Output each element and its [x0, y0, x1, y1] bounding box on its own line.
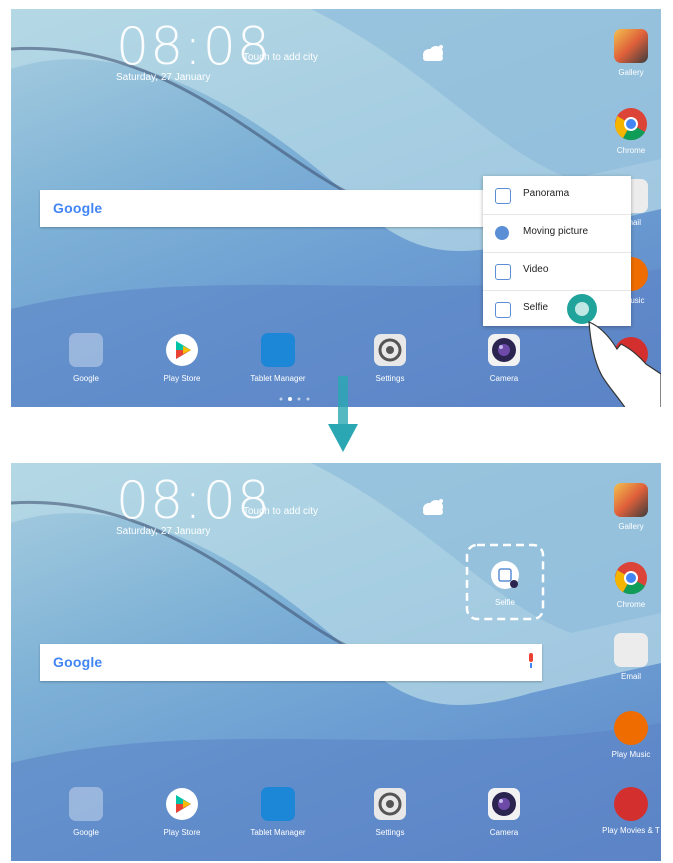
camera-icon: [488, 788, 520, 820]
dock-play-store[interactable]: Play Store: [147, 333, 217, 383]
moving-picture-icon: [495, 226, 509, 240]
chrome-icon: [614, 562, 647, 595]
clock[interactable]: 08:08: [116, 17, 271, 77]
app-play-movies[interactable]: Play Movies & T: [601, 787, 661, 835]
touch-to-add-city[interactable]: Touch to add city: [243, 52, 318, 63]
clock[interactable]: 08:08: [116, 471, 271, 531]
app-chrome[interactable]: Chrome: [601, 561, 661, 609]
play-movies-icon: [614, 787, 648, 821]
tablet-manager-icon: [261, 333, 295, 367]
dock-tablet-manager[interactable]: Tablet Manager: [243, 787, 313, 837]
app-email[interactable]: Email: [601, 633, 661, 681]
date: Saturday, 27 January: [116, 526, 211, 537]
settings-icon: [374, 334, 406, 366]
dock-play-store[interactable]: Play Store: [147, 787, 217, 837]
home-screen-after: 08:08 Touch to add city Saturday, 27 Jan…: [11, 463, 661, 861]
page-indicator: [279, 397, 310, 401]
dock-google-folder[interactable]: Google: [51, 787, 121, 837]
home-screen-before: 08:08 Touch to add city Saturday, 27 Jan…: [11, 9, 661, 407]
shortcut-moving-picture[interactable]: Moving picture: [483, 214, 631, 253]
date: Saturday, 27 January: [116, 72, 211, 83]
selfie-icon: [495, 302, 511, 318]
gallery-icon: [614, 29, 648, 63]
shortcut-panorama[interactable]: Panorama: [483, 176, 631, 215]
touch-to-add-city[interactable]: Touch to add city: [243, 506, 318, 517]
tablet-manager-icon: [261, 787, 295, 821]
video-icon: [495, 264, 511, 280]
mic-icon[interactable]: [528, 653, 534, 669]
gallery-icon: [614, 483, 648, 517]
cloud-icon[interactable]: [419, 497, 447, 517]
play-music-icon: [614, 711, 648, 745]
google-search-bar[interactable]: Google: [40, 190, 502, 227]
panorama-icon: [495, 188, 511, 204]
dock-camera[interactable]: Camera: [469, 333, 539, 383]
dock-settings[interactable]: Settings: [355, 787, 425, 837]
dock-google-folder[interactable]: Google: [51, 333, 121, 383]
app-gallery[interactable]: Gallery: [601, 483, 661, 531]
folder-icon: [69, 333, 103, 367]
finger-gesture-illustration: [567, 294, 661, 407]
app-chrome[interactable]: Chrome: [601, 107, 661, 155]
camera-icon: [488, 334, 520, 366]
selfie-shortcut-icon: [491, 561, 519, 589]
google-logo: Google: [53, 200, 103, 216]
email-icon: [614, 633, 648, 667]
chrome-icon: [614, 108, 647, 141]
dock-camera[interactable]: Camera: [469, 787, 539, 837]
cloud-icon[interactable]: [419, 43, 447, 63]
play-store-icon: [166, 334, 198, 366]
google-search-bar[interactable]: Google: [40, 644, 542, 681]
shortcut-video[interactable]: Video: [483, 252, 631, 291]
dock-settings[interactable]: Settings: [355, 333, 425, 383]
app-play-music[interactable]: Play Music: [601, 711, 661, 759]
app-gallery[interactable]: Gallery: [601, 29, 661, 77]
google-logo: Google: [53, 654, 103, 670]
dock-tablet-manager[interactable]: Tablet Manager: [243, 333, 313, 383]
play-store-icon: [166, 788, 198, 820]
arrow-down-icon: [328, 376, 358, 452]
settings-icon: [374, 788, 406, 820]
folder-icon: [69, 787, 103, 821]
selfie-shortcut-label: Selfie: [494, 598, 515, 607]
selfie-shortcut[interactable]: Selfie: [465, 543, 545, 621]
